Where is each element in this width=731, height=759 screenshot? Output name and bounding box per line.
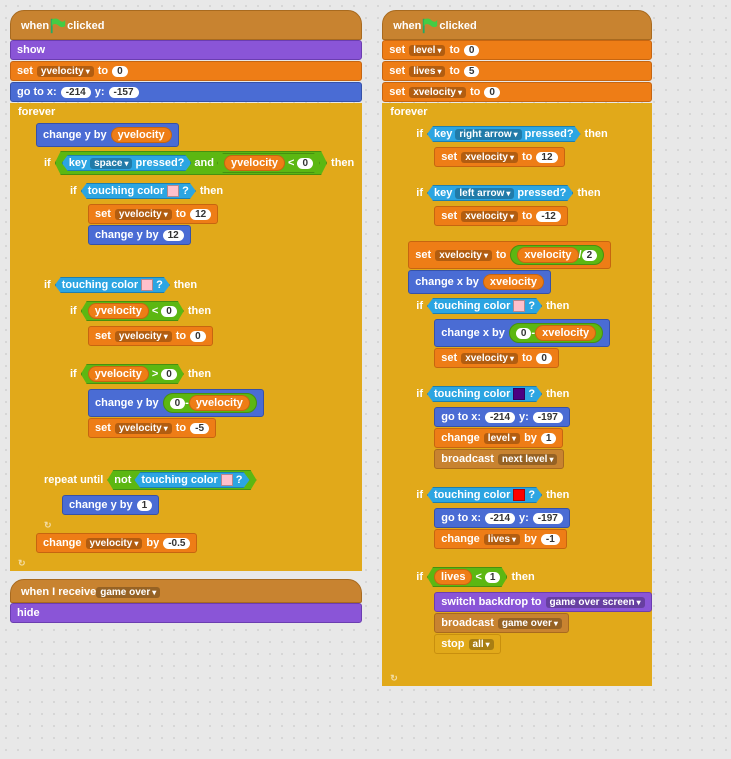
broadcast-block[interactable]: broadcastgame over [434, 613, 569, 633]
set-var-block[interactable]: setxvelocityto xvelocity / 2 [408, 241, 611, 269]
if-block[interactable]: if key space pressed? and yvelocity < 0 … [36, 148, 362, 274]
key-pressed-block[interactable]: keyleft arrowpressed? [427, 185, 573, 201]
if-block[interactable]: if touching color ? then set yvelocity t… [62, 180, 231, 260]
change-x-by-block[interactable]: change x by xvelocity [408, 270, 551, 294]
hat-receive[interactable]: when I receive game over [10, 579, 362, 603]
var-dropdown[interactable]: yvelocity [37, 66, 94, 77]
set-var-block[interactable]: set yvelocity to 12 [88, 204, 218, 224]
hat-flag-clicked[interactable]: when clicked [382, 10, 651, 40]
green-flag-icon [421, 17, 439, 35]
if-block[interactable]: if yvelocity > 0 then change y by 0 - yv… [62, 361, 264, 453]
change-var-block[interactable]: changelivesby-1 [434, 529, 567, 549]
if-block[interactable]: if lives<1 then switch backdrop togame o… [408, 564, 651, 669]
set-var-block[interactable]: set yvelocity to 0 [88, 326, 213, 346]
goto-xy-block[interactable]: go to x:-214y:-197 [434, 407, 570, 427]
touching-color-block[interactable]: touching color ? [55, 277, 170, 293]
change-y-by-block[interactable]: change y by 1 [62, 495, 159, 515]
hide-block[interactable]: hide [10, 603, 362, 623]
loop-arrow-icon: ↻ [18, 558, 30, 569]
forever-block[interactable]: forever if keyright arrowpressed? then s… [382, 103, 651, 686]
stop-block[interactable]: stopall [434, 634, 500, 654]
forever-block[interactable]: forever change y by yvelocity if key spa… [10, 103, 362, 571]
color-swatch-purple[interactable] [513, 388, 525, 400]
lt-block[interactable]: yvelocity < 0 [81, 301, 184, 321]
color-swatch-pink[interactable] [141, 279, 153, 291]
touching-color-block[interactable]: touching color ? [134, 472, 249, 488]
set-var-block[interactable]: set yvelocity to -5 [88, 418, 216, 438]
change-x-by-block[interactable]: change x by 0-xvelocity [434, 319, 610, 347]
loop-arrow-icon: ↻ [44, 520, 56, 531]
set-yvel-block[interactable]: set yvelocity to 0 [10, 61, 362, 81]
set-lives-block[interactable]: setlivesto5 [382, 61, 651, 81]
touching-color-block[interactable]: touching color? [427, 386, 542, 402]
lt-block[interactable]: yvelocity < 0 [217, 153, 320, 173]
if-block[interactable]: if touching color? then go to x:-214y:-1… [408, 484, 577, 564]
clicked-label: clicked [67, 20, 104, 32]
change-var-block[interactable]: change yvelocity by -0.5 [36, 533, 197, 553]
change-y-by-block[interactable]: change y by 12 [88, 225, 191, 245]
change-var-block[interactable]: changelevelby1 [434, 428, 563, 448]
minus-block[interactable]: 0 - yvelocity [163, 393, 257, 413]
when-label: when [21, 20, 49, 32]
if-block[interactable]: if keyright arrowpressed? then setxveloc… [408, 123, 616, 182]
color-swatch-red[interactable] [513, 489, 525, 501]
goto-xy-block[interactable]: go to x: -214 y: -157 [10, 82, 362, 102]
touching-color-block[interactable]: touching color? [427, 298, 542, 314]
yvel-reporter[interactable]: yvelocity [111, 127, 172, 143]
key-pressed-block[interactable]: keyright arrowpressed? [427, 126, 581, 142]
change-y-by-block[interactable]: change y by yvelocity [36, 123, 179, 147]
key-pressed-block[interactable]: key space pressed? [62, 155, 192, 171]
green-flag-icon [49, 17, 67, 35]
change-y-by-block[interactable]: change y by 0 - yvelocity [88, 389, 264, 417]
touching-color-block[interactable]: touching color? [427, 487, 542, 503]
set-level-block[interactable]: setlevelto0 [382, 40, 651, 60]
not-block[interactable]: not touching color ? [107, 470, 256, 490]
value-slot[interactable]: 0 [112, 66, 128, 77]
minus-block[interactable]: 0-xvelocity [509, 323, 603, 343]
set-var-block[interactable]: setxvelocityto12 [434, 147, 564, 167]
hat-flag-clicked[interactable]: when clicked [10, 10, 362, 40]
if-block[interactable]: if yvelocity < 0 then set yvelocity to 0 [62, 298, 219, 361]
if-block[interactable]: if touching color? then change x by 0-xv… [408, 295, 610, 383]
repeat-until-block[interactable]: repeat until not touching color ? change… [36, 467, 265, 533]
if-block[interactable]: if touching color ? then if yvelocity < … [36, 274, 264, 467]
color-swatch-pink[interactable] [513, 300, 525, 312]
touching-color-block[interactable]: touching color ? [81, 183, 196, 199]
color-swatch-pink[interactable] [221, 474, 233, 486]
set-var-block[interactable]: setxvelocityto0 [434, 348, 559, 368]
show-block[interactable]: show [10, 40, 362, 60]
and-block[interactable]: key space pressed? and yvelocity < 0 [55, 151, 327, 175]
broadcast-block[interactable]: broadcastnext level [434, 449, 564, 469]
message-dropdown[interactable]: game over [96, 587, 160, 598]
goto-xy-block[interactable]: go to x:-214y:-197 [434, 508, 570, 528]
div-block[interactable]: xvelocity / 2 [510, 245, 604, 265]
loop-arrow-icon: ↻ [390, 673, 402, 684]
if-block[interactable]: if touching color? then go to x:-214y:-1… [408, 383, 577, 484]
lt-block[interactable]: lives<1 [427, 567, 507, 587]
set-var-block[interactable]: setxvelocityto-12 [434, 206, 568, 226]
color-swatch-pink[interactable] [167, 185, 179, 197]
set-xvel-block[interactable]: setxvelocityto0 [382, 82, 651, 102]
if-block[interactable]: if keyleft arrowpressed? then setxveloci… [408, 182, 608, 241]
switch-backdrop-block[interactable]: switch backdrop togame over screen [434, 592, 651, 612]
gt-block[interactable]: yvelocity > 0 [81, 364, 184, 384]
